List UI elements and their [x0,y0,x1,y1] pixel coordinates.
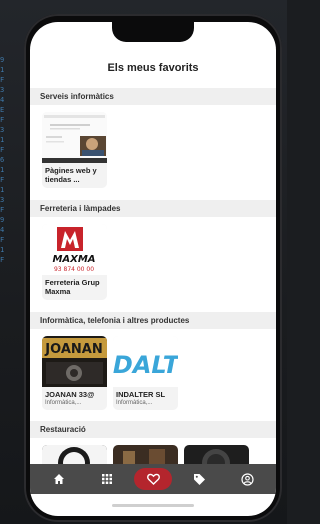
bottom-tab-bar [30,464,276,494]
favorite-card-joanan[interactable]: JOANAN JOANAN 33@ Informàtica,... [42,336,107,410]
grid-icon [102,474,112,484]
section-header-informatica: Informàtica, telefonia i altres producte… [30,312,276,329]
favorite-card-pagines-web[interactable]: Pàgines web y tiendas ... [42,112,107,188]
svg-text:JOANAN: JOANAN [44,342,102,357]
card-title: Ferreteria Grup Maxma [45,278,100,296]
tab-home[interactable] [44,468,74,490]
heart-icon [146,473,160,485]
tab-categories[interactable] [92,468,122,490]
tab-favorites[interactable] [134,468,172,490]
card-subtitle: Informàtica,... [45,400,82,406]
favorite-card-indalter[interactable]: DALT INDALTER SL Informàtica,... [113,336,178,410]
phone-notch [112,22,194,42]
favorite-card-maxma[interactable]: MAXMA 93 874 00 00 Ferreteria Grup Maxma [42,224,107,300]
tab-profile[interactable] [232,468,262,490]
svg-text:DALT: DALT [113,351,178,379]
phone-screen: Els meus favorits Serveis informàtics Pà… [30,22,276,516]
section-header-serveis: Serveis informàtics [30,88,276,105]
svg-text:93 874 00 00: 93 874 00 00 [54,266,94,273]
home-indicator [112,504,194,507]
home-icon [54,474,64,484]
card-subtitle: Informàtica,... [116,400,153,406]
card-title: Pàgines web y tiendas ... [45,166,97,184]
card-title: INDALTER SL [116,390,166,399]
background-code-gutter: 91F34EF31F61F13F94F1F [0,56,5,264]
user-icon [240,472,254,486]
tab-offers[interactable] [184,468,214,490]
card-title: JOANAN 33@ [45,390,95,399]
joanan-store-photo: JOANAN [42,336,107,387]
page-title: Els meus favorits [107,62,199,74]
website-screenshot-thumbnail [42,112,107,163]
svg-text:MAXMA: MAXMA [52,254,95,265]
maxma-logo: MAXMA 93 874 00 00 [42,224,107,275]
tag-icon [193,473,205,485]
section-header-ferreteria: Ferreteria i làmpades [30,200,276,217]
section-header-restauracio: Restauració [30,421,276,438]
indalter-logo: DALT [113,336,178,387]
